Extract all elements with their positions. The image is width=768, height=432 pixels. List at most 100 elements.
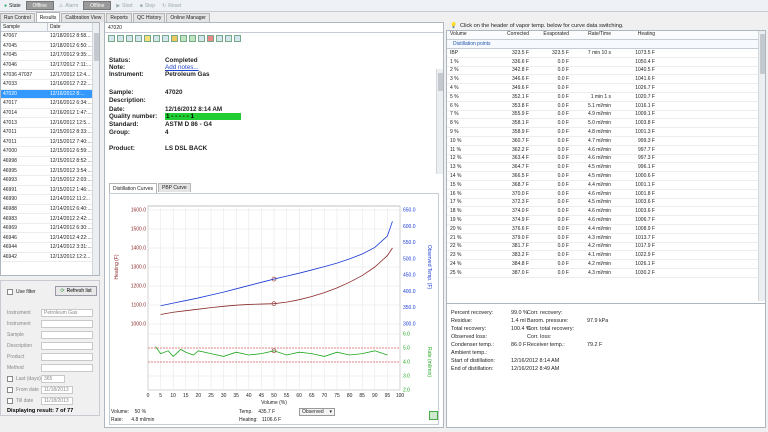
table-row[interactable]: 47036 47037 12/17/2012 12:4... (1, 70, 99, 80)
checkbox[interactable] (7, 398, 13, 404)
table-row[interactable]: 46993 12/15/2012 2:03:... (1, 176, 99, 186)
export-icon[interactable] (135, 35, 142, 42)
table-row[interactable]: 22 % 381.7 F 0.0 F 4.2 ml/min 1017.9 F (447, 243, 765, 252)
edit-pencil-icon[interactable] (198, 35, 205, 42)
start-button[interactable]: ▶ Start (114, 1, 134, 11)
table-row[interactable]: 46990 12/14/2012 11:2... (1, 195, 99, 205)
table-row[interactable]: 12 % 363.4 F 0.0 F 4.6 ml/min 997.3 F (447, 155, 765, 164)
table-row[interactable]: 1 % 336.6 F 0.0 F 1050.4 F (447, 58, 765, 67)
table-row[interactable]: 47045 12/18/2012 6:50:... (1, 42, 99, 52)
table-row[interactable]: 47011 12/15/2012 8:33:... (1, 128, 99, 138)
table-row[interactable]: 4 % 349.6 F 0.0 F 1026.7 F (447, 84, 765, 93)
scrollbar-thumb[interactable] (94, 33, 99, 61)
table-row[interactable]: 5 % 352.1 F 0.0 F 1 min 1 s 1020.7 F (447, 93, 765, 102)
table-row[interactable]: 46946 12/14/2012 4:22:... (1, 233, 99, 244)
table-row[interactable]: 47011 12/15/2012 7:40:... (1, 138, 99, 148)
table-row[interactable]: 11 % 362.2 F 0.0 F 4.6 ml/min 997.7 F (447, 146, 765, 155)
table-row[interactable]: 7 % 355.9 F 0.0 F 4.9 ml/min 1009.1 F (447, 111, 765, 120)
column-header-sample[interactable]: Sample (1, 23, 48, 31)
report-icon[interactable] (225, 35, 232, 42)
tab-pbp-curve[interactable]: PBP Curve (158, 183, 191, 192)
product-filter-input[interactable] (41, 353, 93, 361)
table-row[interactable]: 47067 12/18/2012 8:58... (1, 32, 99, 42)
checkbox[interactable] (7, 387, 13, 393)
table-row[interactable]: 23 % 383.2 F 0.0 F 4.1 ml/min 1022.9 F (447, 251, 765, 261)
sample-list-scrollbar[interactable] (92, 23, 99, 275)
table-row[interactable]: 46988 12/14/2012 6:40:... (1, 205, 99, 215)
instrument-select[interactable]: Petroleum Gas (41, 309, 93, 317)
table-row[interactable]: 9 % 358.9 F 0.0 F 4.8 ml/min 1001.3 F (447, 128, 765, 137)
table-row[interactable]: 18 % 374.0 F 0.0 F 4.6 ml/min 1003.6 F (447, 207, 765, 217)
column-header-rate-time[interactable]: Rate/Time (571, 31, 611, 39)
checkbox[interactable] (7, 289, 13, 295)
tab-results[interactable]: Results (35, 12, 61, 22)
column-header-heating[interactable]: Heating (611, 31, 655, 39)
chart-icon[interactable] (162, 35, 169, 42)
table-row[interactable]: 21 % 379.0 F 0.0 F 4.3 ml/min 1013.7 F (447, 234, 765, 243)
column-header-volume[interactable]: Volume (447, 31, 487, 39)
folder-icon[interactable] (171, 35, 178, 42)
copy-icon[interactable] (126, 35, 133, 42)
till-date-input[interactable]: 11/18/2013 (41, 397, 73, 405)
table-row[interactable]: 2 % 342.8 F 0.0 F 1040.5 F (447, 67, 765, 76)
table-row[interactable]: 46942 12/13/2012 12:2... (1, 253, 99, 263)
refresh-list-button[interactable]: ⟳ Refresh list (55, 286, 97, 296)
instrument2-select[interactable] (41, 320, 93, 328)
table-row[interactable]: 47033 12/16/2012 7:22:... (1, 80, 99, 90)
till-date-checkbox[interactable]: Till date (7, 398, 33, 404)
add-notes-link[interactable]: Add notes... (165, 64, 199, 71)
expand-icon[interactable] (180, 35, 187, 42)
checkbox[interactable] (7, 376, 13, 382)
check-icon[interactable] (189, 35, 196, 42)
sample-filter-input[interactable] (41, 331, 93, 339)
tab-reports[interactable]: Reports (106, 13, 132, 22)
table-row[interactable]: 47000 12/15/2012 6:59:... (1, 147, 99, 157)
table-row[interactable]: 47014 12/16/2012 1:47:... (1, 109, 99, 119)
table-row[interactable]: 14 % 366.5 F 0.0 F 4.5 ml/min 1000.6 F (447, 172, 765, 181)
table-row[interactable]: 6 % 353.8 F 0.0 F 5.1 ml/min 1016.1 F (447, 102, 765, 111)
table-row[interactable]: 47020 12/16/2012 8:... (1, 89, 99, 100)
info-scrollbar[interactable] (436, 69, 443, 174)
column-header-evaporated[interactable]: Evaporated (529, 31, 571, 39)
from-date-input[interactable]: 11/18/2013 (41, 386, 73, 394)
table-row[interactable]: 46991 12/15/2012 1:46:... (1, 186, 99, 196)
table-row[interactable]: 46944 12/14/2012 3:31:... (1, 243, 99, 253)
table-row[interactable]: 46983 12/14/2012 2:42:... (1, 214, 99, 224)
table-row[interactable]: 47017 12/16/2012 6:34:... (1, 99, 99, 109)
table-row[interactable]: IBP 323.5 F 323.5 F 7 min 10 s 1073.5 F (447, 49, 765, 58)
tab-online-manager[interactable]: Online Manager (166, 13, 210, 22)
table-row[interactable]: 46998 12/15/2012 8:52:... (1, 157, 99, 167)
last-days-checkbox[interactable]: Last (days): (7, 376, 42, 382)
scrollbar-thumb[interactable] (438, 73, 443, 91)
table-row[interactable]: 47045 12/17/2012 9:35:... (1, 51, 99, 61)
last-days-input[interactable]: 365 (41, 375, 65, 383)
delete-icon[interactable] (207, 35, 214, 42)
tab-run-control[interactable]: Run Control (0, 13, 35, 22)
table-row[interactable]: 46995 12/15/2012 3:54:... (1, 166, 99, 176)
column-header-corrected[interactable]: Corrected (487, 31, 529, 39)
from-date-checkbox[interactable]: From date (7, 387, 39, 393)
table-row[interactable]: 24 % 384.8 F 0.0 F 4.2 ml/min 1026.1 F (447, 260, 765, 269)
use-filter-checkbox[interactable]: Use filter (7, 289, 36, 295)
table-row[interactable]: 3 % 346.6 F 0.0 F 1041.6 F (447, 75, 765, 85)
table-row[interactable]: 15 % 368.7 F 0.0 F 4.4 ml/min 1001.1 F (447, 181, 765, 190)
reset-button[interactable]: ↻ Reset (160, 1, 183, 11)
description-filter-input[interactable] (41, 342, 93, 350)
tab-distillation-curves[interactable]: Distillation Curves (109, 183, 158, 193)
method-filter-input[interactable] (41, 364, 93, 372)
tab-qc-history[interactable]: QC History (132, 13, 166, 22)
table-row[interactable]: 17 % 372.3 F 0.0 F 4.5 ml/min 1003.6 F (447, 199, 765, 208)
scrollbar-thumb[interactable] (760, 34, 765, 74)
table-row[interactable]: 47013 12/16/2012 12:5... (1, 118, 99, 128)
tab-calibration-view[interactable]: Calibration View (61, 13, 106, 22)
table-row[interactable]: 16 % 370.0 F 0.0 F 4.6 ml/min 1001.8 F (447, 190, 765, 199)
table-row[interactable]: 25 % 387.0 F 0.0 F 4.3 ml/min 1030.2 F (447, 269, 765, 278)
table-row[interactable]: 46969 12/14/2012 6:30:... (1, 224, 99, 234)
table-row[interactable]: 20 % 376.6 F 0.0 F 4.4 ml/min 1008.9 F (447, 225, 765, 234)
table-row[interactable]: 13 % 364.7 F 0.0 F 4.5 ml/min 996.1 F (447, 163, 765, 173)
expand-chart-icon[interactable] (429, 411, 438, 420)
document-icon[interactable] (234, 35, 241, 42)
dist-table-scrollbar[interactable] (758, 31, 765, 301)
temp-mode-select[interactable]: Observed ▾ (299, 408, 335, 416)
stop-button[interactable]: ■ Stop (138, 1, 157, 11)
